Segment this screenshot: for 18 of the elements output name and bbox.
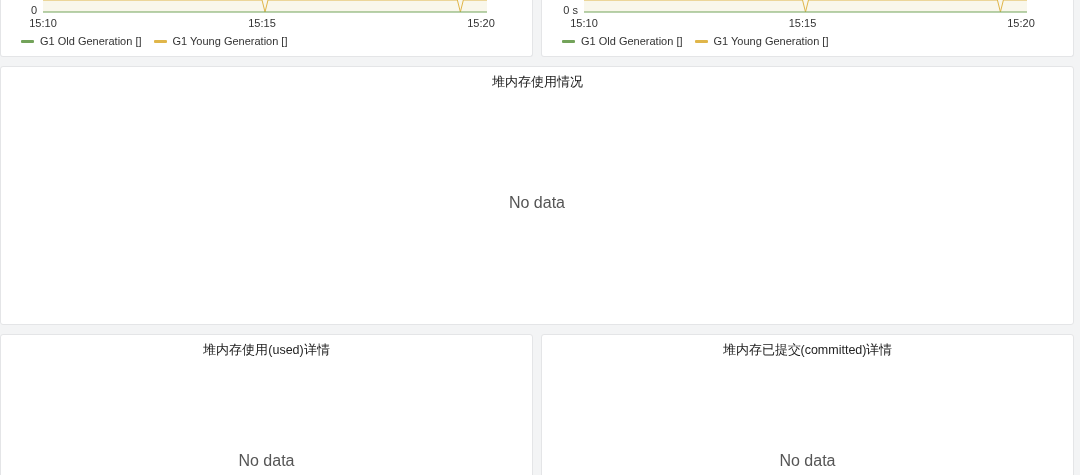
- legend-label[interactable]: G1 Young Generation []: [713, 35, 829, 47]
- panel-title: 堆内存使用(used)详情: [203, 342, 330, 358]
- axis-tick-label: 15:15: [788, 17, 817, 29]
- no-data-message: No data: [508, 194, 565, 212]
- panel-title: 堆内存已提交(committed)详情: [722, 342, 893, 358]
- axis-tick-label: 15:15: [248, 17, 276, 29]
- axis-tick-label: 15:20: [467, 17, 495, 29]
- axis-tick-label: 15:20: [1007, 17, 1035, 29]
- no-data-message: No data: [779, 452, 836, 470]
- no-data-message: No data: [238, 452, 295, 470]
- legend-label[interactable]: G1 Young Generation []: [172, 35, 288, 47]
- legend-label[interactable]: G1 Old Generation []: [581, 35, 683, 47]
- axis-tick-label: 0 s: [563, 4, 578, 16]
- axis-tick-label: 15:10: [29, 17, 57, 29]
- axis-tick-label: 0: [30, 4, 37, 16]
- panel-title: 堆内存使用情况: [491, 74, 583, 90]
- axis-tick-label: 15:10: [570, 17, 598, 29]
- legend-label[interactable]: G1 Old Generation []: [40, 35, 142, 47]
